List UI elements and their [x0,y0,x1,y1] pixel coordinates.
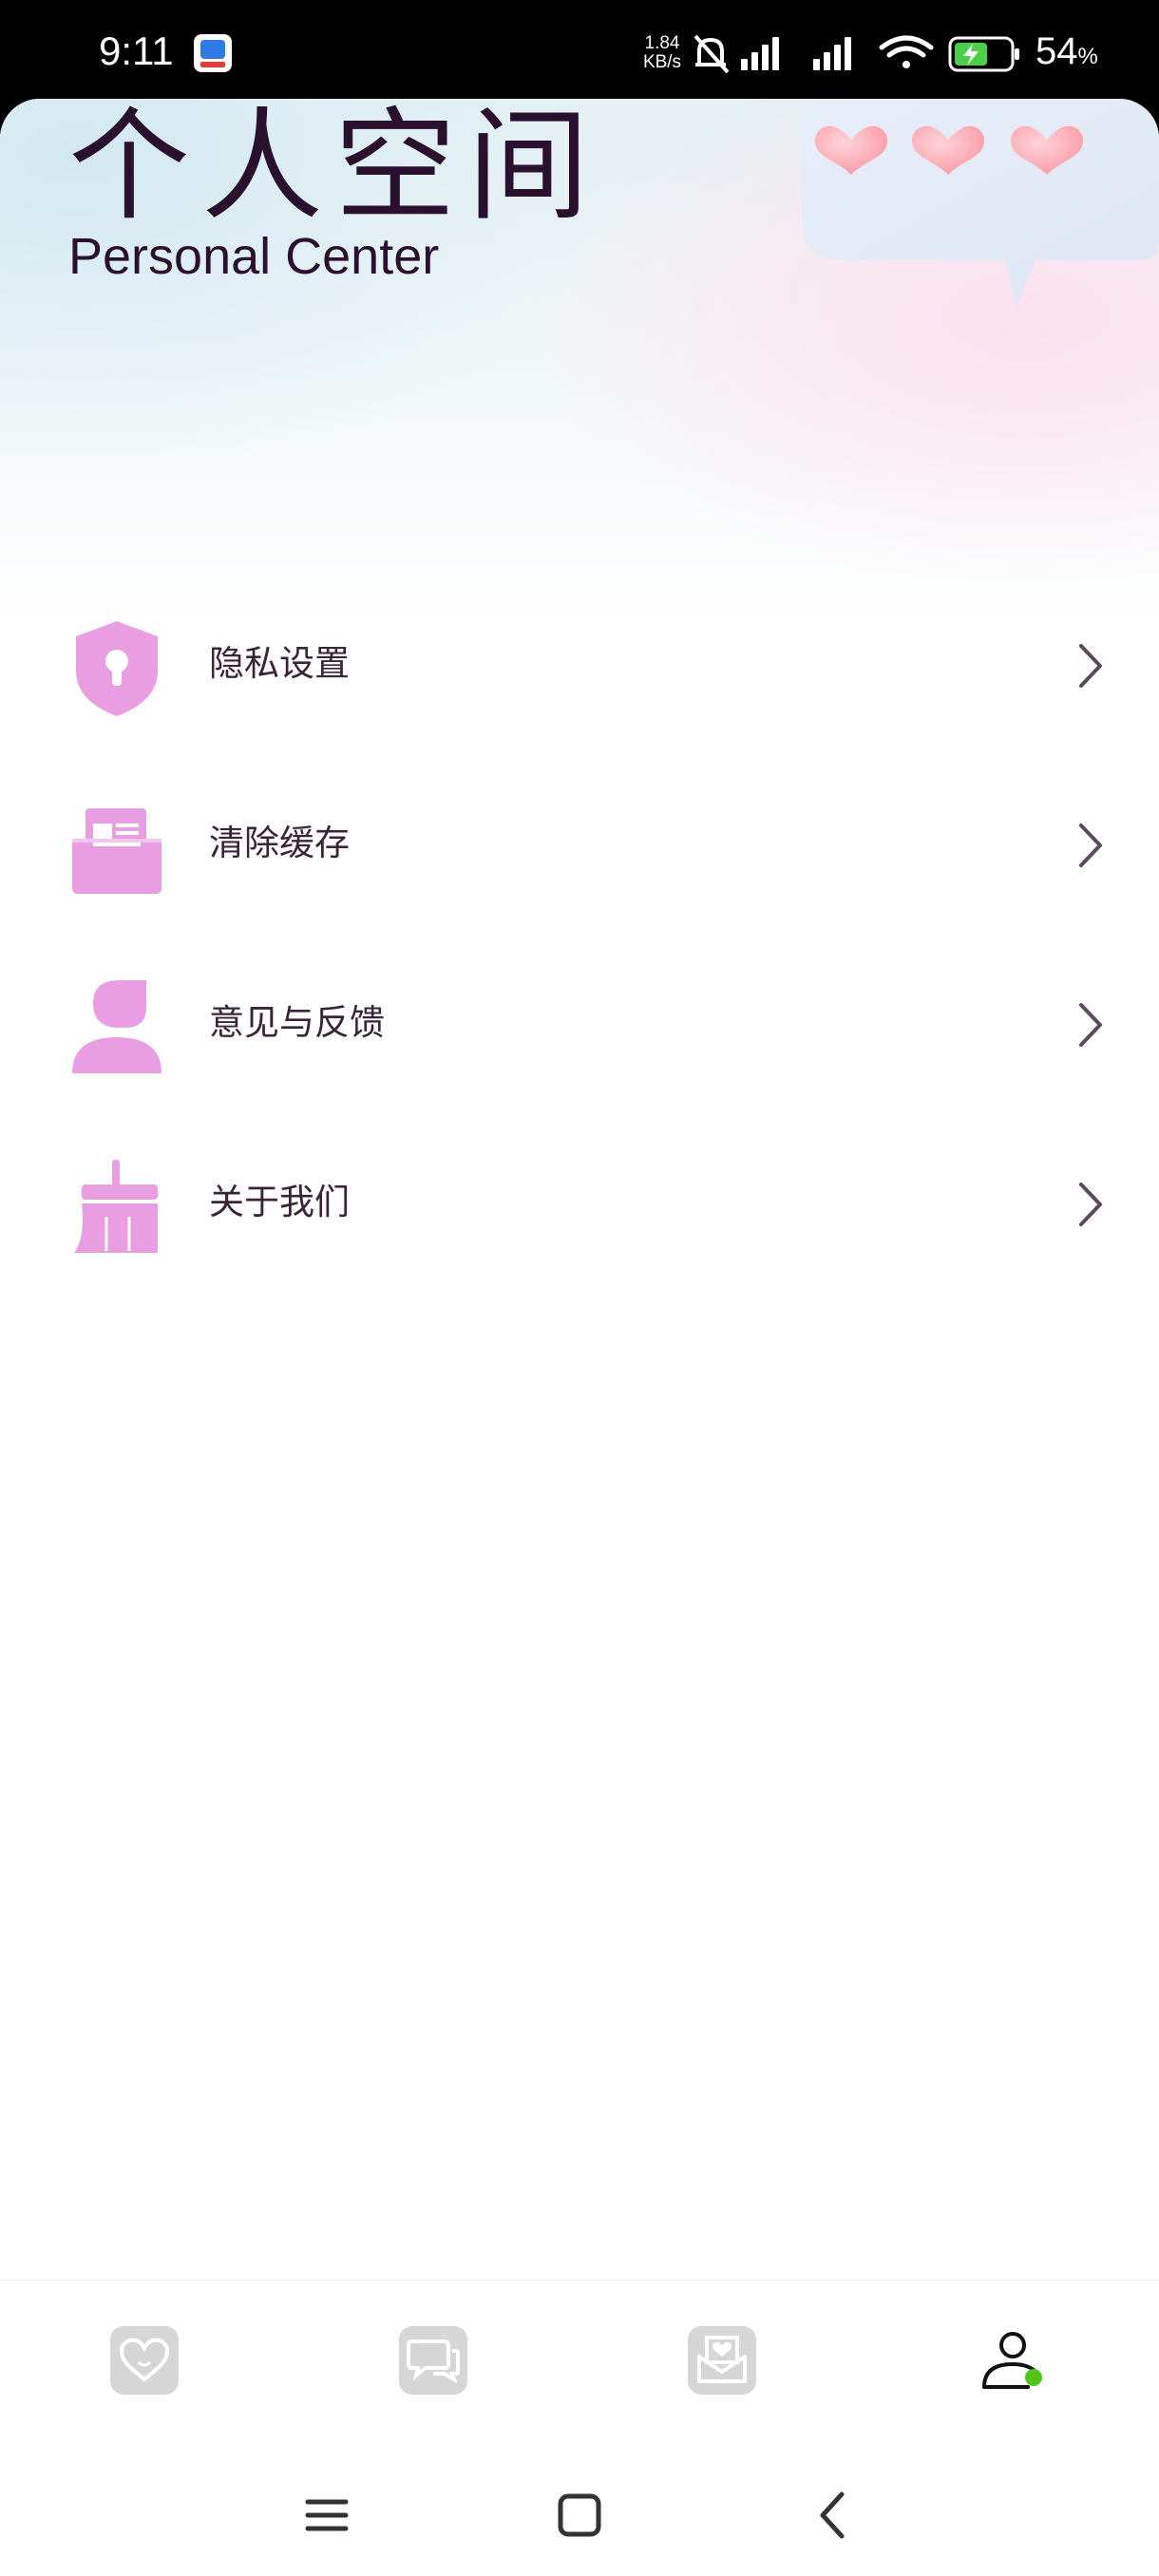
chevron-right-icon [1079,644,1102,688]
mail-heart-tab-icon[interactable] [684,2322,760,2398]
menu-item-feedback[interactable]: 意见与反馈 [0,933,1159,1112]
menu-item-label: 隐私设置 [209,643,350,684]
privacy-shield-icon [76,621,158,716]
settings-menu: 隐私设置 清除缓存 意见与反馈 关于我们 [0,574,1159,1292]
menu-item-about-us[interactable]: 关于我们 [0,1112,1159,1292]
menu-item-label: 意见与反馈 [209,1002,385,1043]
signal-2-icon [813,37,851,70]
heart-tab-icon[interactable] [106,2322,182,2398]
signal-1-icon [741,37,779,70]
status-bar: 9:11 1.84 KB/s 54% [0,0,1159,103]
menu-item-label: 关于我们 [209,1182,350,1222]
feedback-icon [72,980,162,1073]
battery-charging-icon [948,36,1019,72]
page-title: 个人空间 [68,99,601,237]
personal-center-page: 个人空间 Personal Center 隐私设置 清除缓存 意见与反馈 关于我… [0,99,1159,2576]
back-icon[interactable] [808,2489,861,2542]
home-icon[interactable] [553,2489,606,2542]
chevron-right-icon [1079,1183,1102,1226]
mute-icon [694,34,730,74]
app-notification-icon [194,34,232,72]
network-speed-value: 1.84 [644,33,680,53]
chat-tab-icon[interactable] [395,2322,471,2398]
menu-item-privacy-settings[interactable]: 隐私设置 [0,574,1159,753]
battery-percent: 54% [1036,30,1098,73]
menu-item-clear-cache[interactable]: 清除缓存 [0,753,1159,933]
chevron-right-icon [1079,824,1102,867]
status-icons [694,34,1019,74]
battery-percent-unit: % [1077,44,1098,69]
menu-icon[interactable] [300,2489,353,2542]
page-subtitle: Personal Center [68,228,440,285]
status-time: 9:11 [99,28,174,73]
wifi-icon [879,35,934,68]
bottom-tab-bar [0,2280,1159,2451]
battery-percent-value: 54 [1036,30,1078,72]
speech-bubble-hearts-decoration [798,99,1159,308]
network-speed: 1.84 KB/s [638,34,686,72]
system-navigation-bar [0,2451,1159,2576]
network-speed-unit: KB/s [642,52,682,72]
clear-cache-icon [72,808,162,894]
menu-item-label: 清除缓存 [209,823,350,863]
profile-tab-icon[interactable] [975,2322,1051,2398]
chevron-right-icon [1079,1003,1102,1047]
about-us-icon [74,1160,158,1253]
